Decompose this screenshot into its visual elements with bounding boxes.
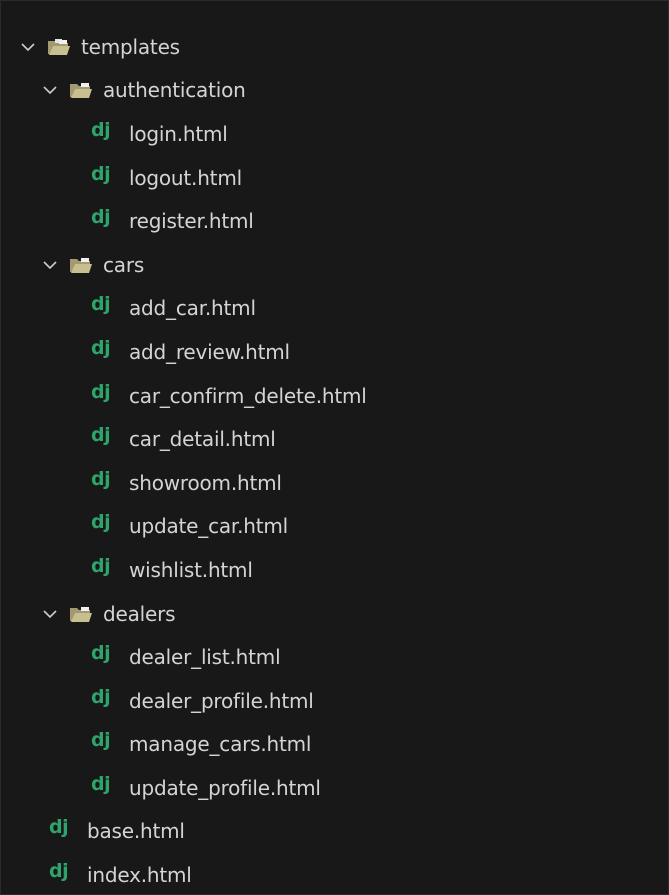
file-label: car_detail.html: [129, 427, 276, 452]
django-file-icon: dj: [91, 467, 111, 490]
file-label: add_review.html: [129, 339, 290, 364]
tree-file[interactable]: dj car_detail.html: [1, 417, 668, 461]
folder-open-icon: [69, 81, 93, 99]
django-file-icon: dj: [91, 162, 111, 185]
chevron-down-icon[interactable]: [41, 605, 59, 623]
file-tree: templates authentication dj login.html d…: [1, 25, 668, 895]
chevron-down-icon[interactable]: [41, 256, 59, 274]
file-label: wishlist.html: [129, 557, 253, 582]
django-file-icon: dj: [91, 554, 111, 577]
tree-file[interactable]: dj car_confirm_delete.html: [1, 374, 668, 418]
django-file-icon: dj: [91, 336, 111, 359]
django-file-icon: dj: [49, 860, 69, 883]
django-file-icon: dj: [91, 424, 111, 447]
tree-file[interactable]: dj update_car.html: [1, 505, 668, 549]
django-file-icon: dj: [91, 380, 111, 403]
file-label: base.html: [87, 819, 185, 844]
tree-folder-templates[interactable]: templates: [1, 25, 668, 69]
tree-folder-authentication[interactable]: authentication: [1, 69, 668, 113]
chevron-down-icon[interactable]: [19, 38, 37, 56]
tree-folder-dealers[interactable]: dealers: [1, 592, 668, 636]
folder-open-icon: [69, 605, 93, 623]
folder-label: dealers: [103, 601, 176, 626]
folder-open-icon: [47, 38, 71, 56]
folder-label: authentication: [103, 78, 246, 103]
tree-file[interactable]: dj add_car.html: [1, 287, 668, 331]
tree-file[interactable]: dj dealer_profile.html: [1, 679, 668, 723]
file-label: dealer_profile.html: [129, 688, 314, 713]
tree-file[interactable]: dj update_profile.html: [1, 766, 668, 810]
file-label: manage_cars.html: [129, 732, 312, 757]
folder-open-icon: [69, 256, 93, 274]
tree-file[interactable]: dj add_review.html: [1, 330, 668, 374]
django-file-icon: dj: [91, 511, 111, 534]
file-label: add_car.html: [129, 296, 256, 321]
django-file-icon: dj: [91, 685, 111, 708]
folder-label: templates: [81, 34, 180, 59]
tree-file[interactable]: dj dealer_list.html: [1, 635, 668, 679]
file-explorer: templates authentication dj login.html d…: [0, 0, 669, 895]
file-label: register.html: [129, 209, 254, 234]
tree-file[interactable]: dj manage_cars.html: [1, 723, 668, 767]
tree-file[interactable]: dj showroom.html: [1, 461, 668, 505]
django-file-icon: dj: [91, 206, 111, 229]
django-file-icon: dj: [91, 642, 111, 665]
django-file-icon: dj: [91, 293, 111, 316]
file-label: update_car.html: [129, 514, 289, 539]
django-file-icon: dj: [91, 772, 111, 795]
django-file-icon: dj: [91, 118, 111, 141]
chevron-down-icon[interactable]: [41, 81, 59, 99]
file-label: dealer_list.html: [129, 645, 281, 670]
django-file-icon: dj: [49, 816, 69, 839]
folder-label: cars: [103, 252, 145, 277]
tree-file[interactable]: dj wishlist.html: [1, 548, 668, 592]
file-label: update_profile.html: [129, 775, 321, 800]
tree-file[interactable]: dj index.html: [1, 853, 668, 895]
tree-file[interactable]: dj login.html: [1, 112, 668, 156]
tree-file[interactable]: dj register.html: [1, 199, 668, 243]
tree-folder-cars[interactable]: cars: [1, 243, 668, 287]
django-file-icon: dj: [91, 729, 111, 752]
file-label: showroom.html: [129, 470, 282, 495]
file-label: index.html: [87, 863, 192, 888]
file-label: login.html: [129, 121, 228, 146]
file-label: logout.html: [129, 165, 242, 190]
tree-file[interactable]: dj base.html: [1, 810, 668, 854]
file-label: car_confirm_delete.html: [129, 383, 367, 408]
tree-file[interactable]: dj logout.html: [1, 156, 668, 200]
